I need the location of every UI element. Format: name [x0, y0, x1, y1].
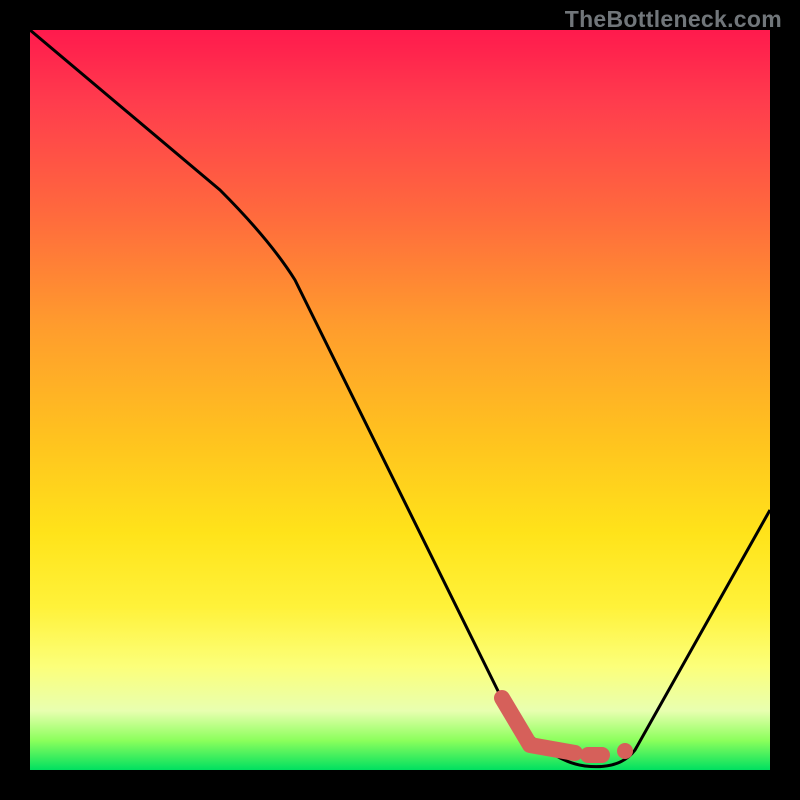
marker-segment: [502, 698, 575, 753]
watermark-text: TheBottleneck.com: [565, 6, 782, 33]
plot-area: [30, 30, 770, 770]
bottleneck-curve: [30, 30, 770, 767]
chart-svg: [30, 30, 770, 770]
chart-stage: TheBottleneck.com: [0, 0, 800, 800]
marker-dot: [617, 743, 633, 759]
